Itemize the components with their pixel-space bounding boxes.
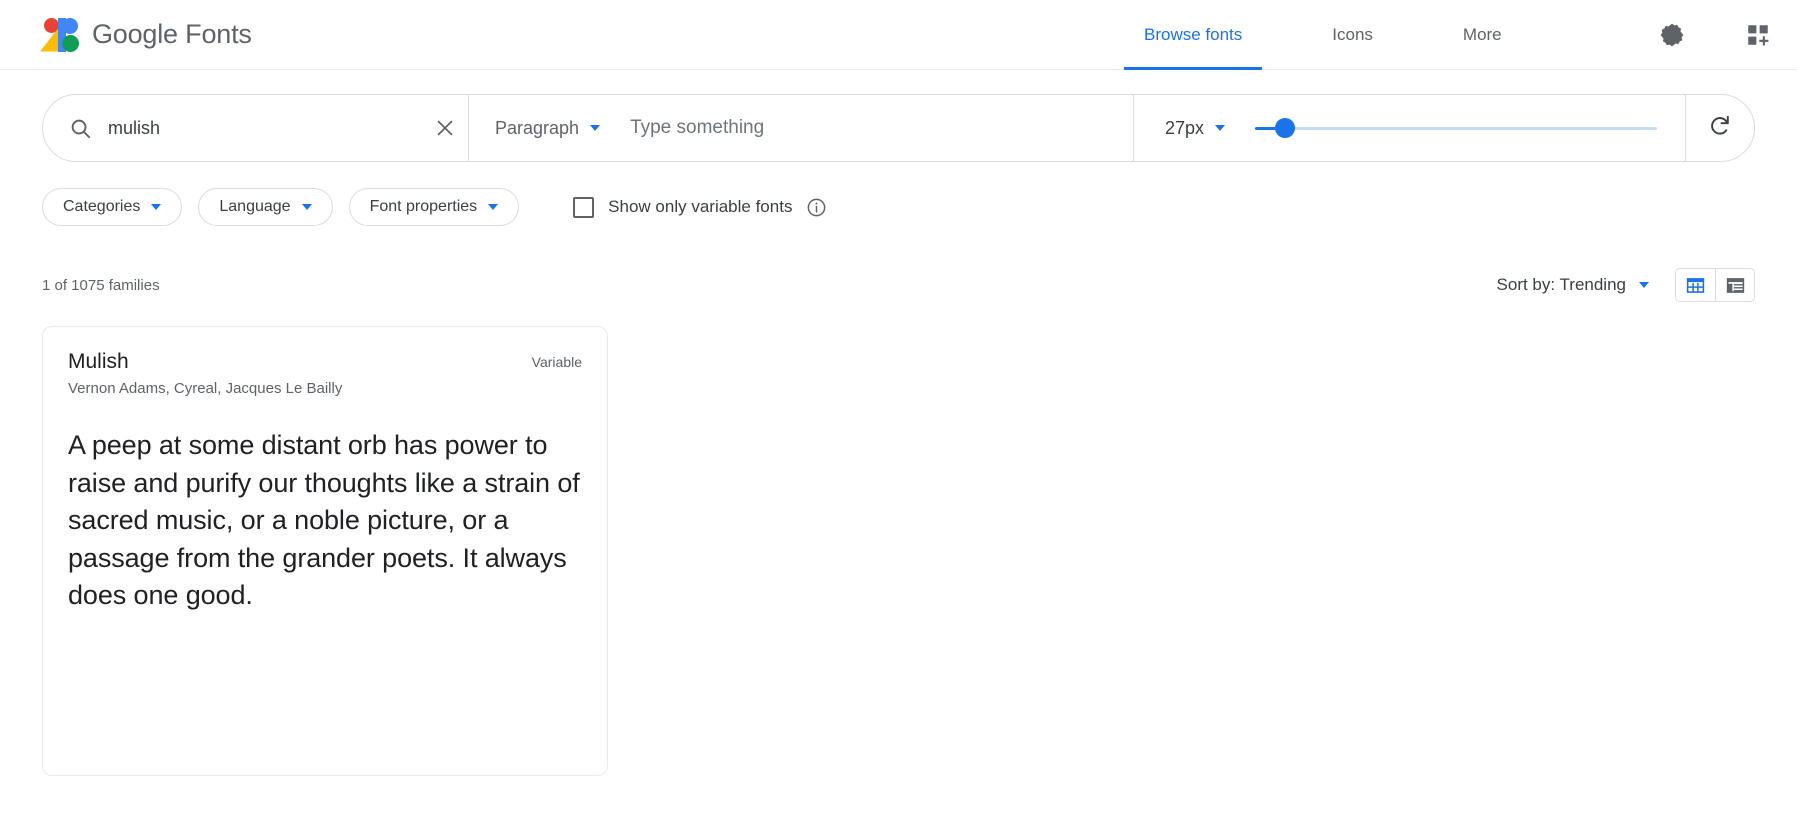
font-card-mulish[interactable]: Mulish Variable Vernon Adams, Cyreal, Ja… [42,326,608,776]
app-header: Google Fonts Browse fonts Icons More [0,0,1797,70]
nav-label-more: More [1462,25,1502,44]
logo-green-circle [62,34,79,52]
chevron-down-icon [488,204,499,210]
variable-fonts-checkbox[interactable] [573,196,595,218]
dark-mode-icon[interactable] [1655,18,1689,52]
variable-fonts-label: Show only variable fonts [608,197,793,216]
results-bar: 1 of 1075 families Sort by: Trending [42,268,1755,302]
font-grid: Mulish Variable Vernon Adams, Cyreal, Ja… [42,326,1755,776]
apps-add-icon[interactable] [1741,18,1775,52]
preview-text-input[interactable] [630,95,1107,161]
list-view-icon[interactable] [1715,269,1754,301]
filter-chip-categories-label: Categories [63,198,141,215]
chevron-down-icon [301,204,312,210]
clear-search-icon[interactable] [422,95,468,161]
filter-chip-categories[interactable]: Categories [42,188,183,226]
font-card-variable-badge: Variable [531,354,582,370]
font-size-label: 27px [1165,117,1205,138]
nav-item-browse-fonts[interactable]: Browse fonts [1124,0,1263,70]
nav-item-more[interactable]: More [1443,0,1522,70]
font-size-dropdown[interactable]: 27px [1158,117,1226,139]
chevron-down-icon [590,125,601,131]
nav-label-browse-fonts: Browse fonts [1144,25,1243,44]
preview-type-dropdown[interactable]: Paragraph [495,117,601,139]
preview-section: Paragraph [469,95,1134,161]
filter-chip-language[interactable]: Language [198,188,333,226]
google-fonts-logo-icon [40,17,79,52]
results-count: 1 of 1075 families [42,276,160,294]
nav-item-icons[interactable]: Icons [1312,0,1393,70]
header-actions [1655,0,1775,70]
info-icon[interactable] [806,197,827,218]
chevron-down-icon [1639,282,1649,288]
filter-chip-font-properties-label: Font properties [369,198,478,215]
filter-chip-font-properties[interactable]: Font properties [348,188,520,226]
font-card-preview-text: A peep at some distant orb has power to … [68,430,580,611]
grid-view-icon[interactable] [1676,269,1715,301]
logo-blue-circle [62,17,78,34]
chevron-down-icon [151,204,162,210]
search-input[interactable] [108,95,406,161]
font-card-header: Mulish Variable [68,349,582,375]
variable-fonts-toggle[interactable]: Show only variable fonts [573,196,827,218]
search-icon [69,117,92,140]
chevron-down-icon [1215,125,1226,131]
filter-chip-language-label: Language [219,198,291,215]
sort-label: Sort by: Trending [1496,275,1626,294]
font-size-slider[interactable] [1255,111,1657,145]
font-card-name: Mulish [68,350,129,373]
nav-label-icons: Icons [1332,25,1373,44]
preview-type-label: Paragraph [495,117,580,138]
reset-button[interactable] [1686,95,1754,161]
size-section: 27px [1134,95,1686,161]
brand-title: Google Fonts [92,19,252,49]
slider-thumb[interactable] [1275,118,1296,138]
main-nav: Browse fonts Icons More [1124,0,1522,70]
results-controls: Sort by: Trending [1497,268,1755,302]
view-toggle [1675,268,1755,302]
font-card-authors: Vernon Adams, Cyreal, Jacques Le Bailly [68,380,343,398]
refresh-icon [1707,113,1733,144]
filter-row: Categories Language Font properties Show… [42,188,1755,226]
search-section [43,95,469,161]
brand-logo[interactable]: Google Fonts [40,17,252,52]
slider-track [1255,126,1657,130]
search-toolbar: Paragraph 27px [42,94,1755,162]
sort-dropdown[interactable]: Sort by: Trending [1497,275,1649,295]
